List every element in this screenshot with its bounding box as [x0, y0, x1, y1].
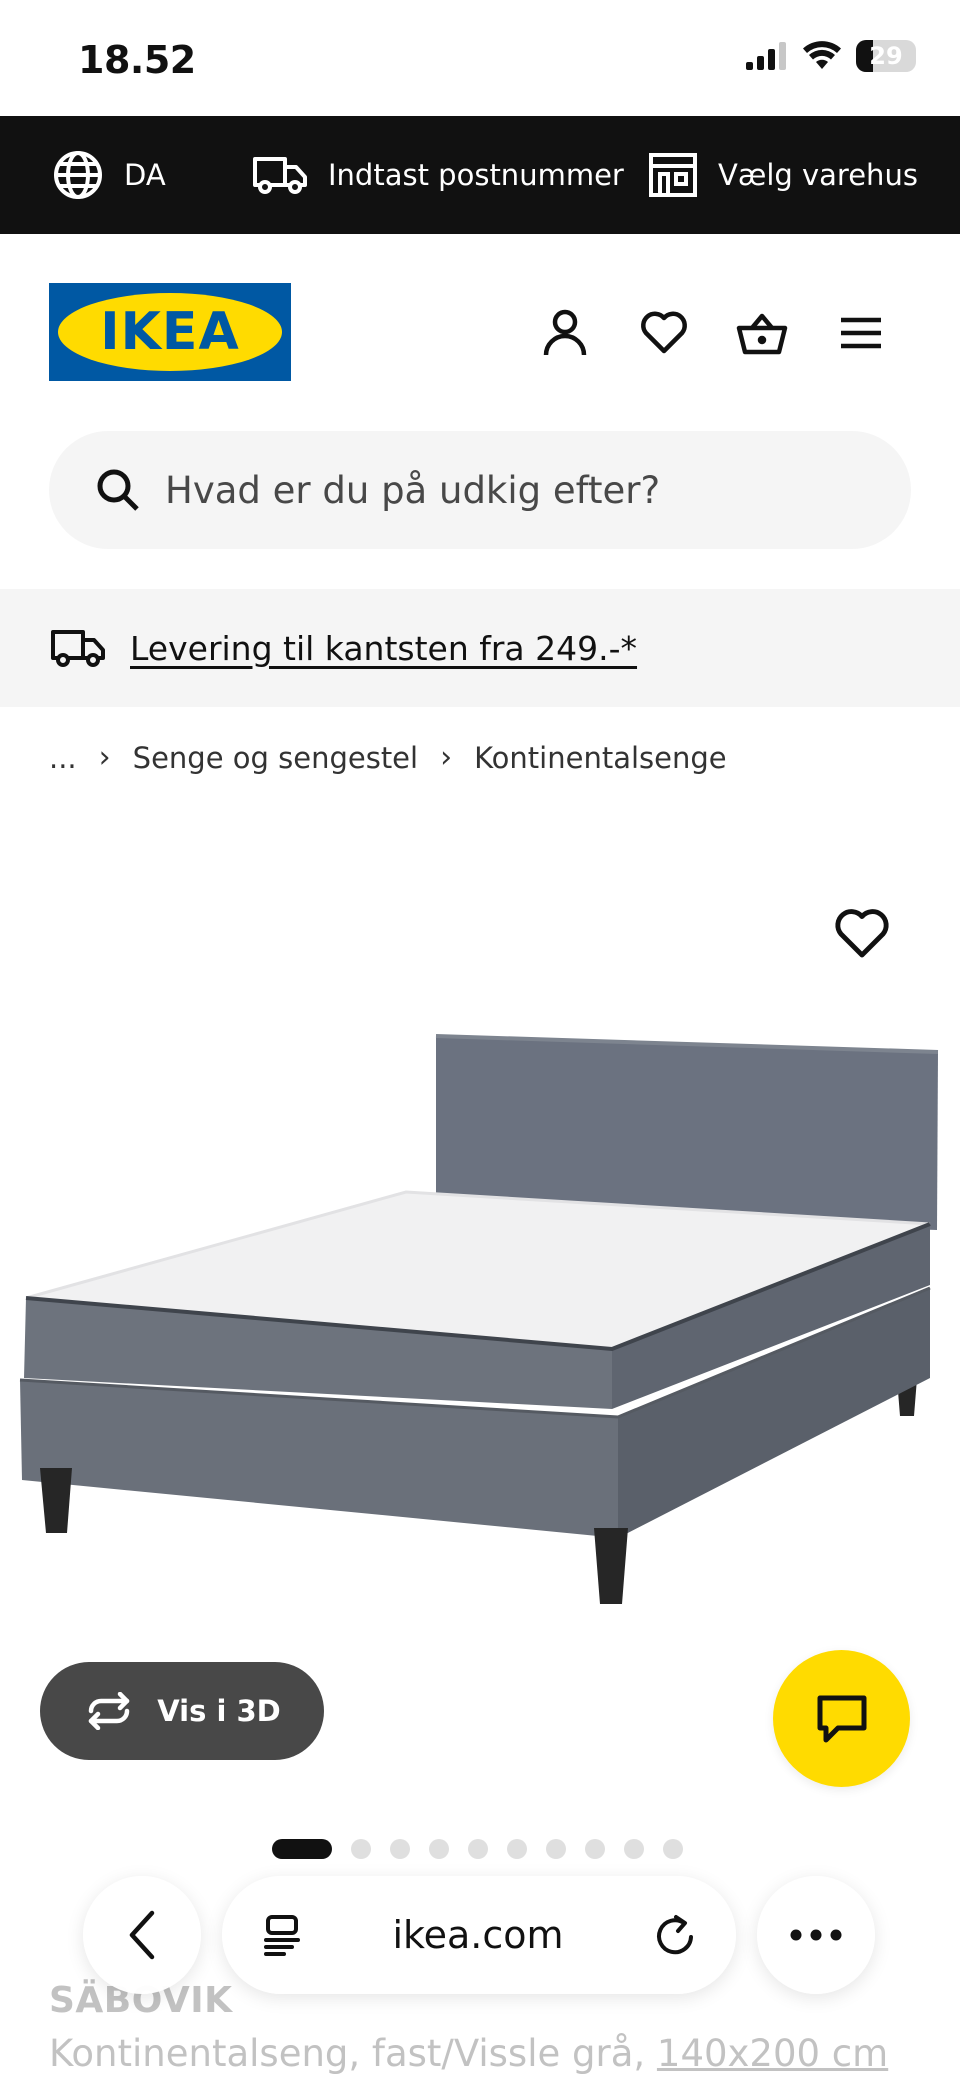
gallery-dot[interactable] — [663, 1839, 683, 1859]
gallery-dot[interactable] — [585, 1839, 605, 1859]
menu-button[interactable] — [835, 307, 887, 359]
delivery-banner: Levering til kantsten fra 249.-* — [0, 589, 960, 707]
gallery-dot[interactable] — [546, 1839, 566, 1859]
browser-back-button[interactable] — [83, 1876, 201, 1994]
gallery-dot[interactable] — [429, 1839, 449, 1859]
breadcrumb-item-senge-og-sengestel[interactable]: Senge og sengestel — [133, 741, 418, 775]
status-icons: 29 — [746, 40, 916, 72]
reader-icon — [264, 1915, 300, 1956]
gallery-dot[interactable] — [624, 1839, 644, 1859]
heart-icon — [835, 909, 889, 958]
search-input[interactable] — [165, 468, 865, 512]
view-in-3d-label: Vis i 3D — [157, 1694, 281, 1728]
hamburger-menu-icon — [841, 317, 881, 349]
delivery-link[interactable]: Levering til kantsten fra 249.-* — [130, 629, 637, 668]
favourites-button[interactable] — [638, 307, 690, 359]
basket-button[interactable] — [736, 307, 788, 359]
chat-button[interactable] — [773, 1650, 910, 1787]
site-header: IKEA — [0, 234, 960, 424]
language-selector[interactable]: DA — [52, 116, 166, 234]
chat-icon — [817, 1695, 866, 1742]
profile-button[interactable] — [539, 307, 591, 359]
truck-icon — [51, 630, 105, 667]
browser-address-bar[interactable]: ikea.com — [222, 1876, 736, 1994]
gallery-dot[interactable] — [507, 1839, 527, 1859]
breadcrumb-separator: › — [440, 740, 453, 775]
profile-icon — [543, 309, 587, 356]
postcode-label: Indtast postnummer — [328, 158, 624, 192]
logo-oval: IKEA — [58, 293, 282, 371]
heart-icon — [641, 311, 687, 354]
breadcrumb: ... › Senge og sengestel › Kontinentalse… — [49, 740, 727, 775]
signal-icon — [746, 42, 786, 70]
breadcrumb-item-kontinentalsenge[interactable]: Kontinentalsenge — [474, 741, 727, 775]
battery-indicator: 29 — [856, 40, 916, 72]
globe-icon — [54, 151, 102, 199]
store-label: Vælg varehus — [718, 158, 918, 192]
search-icon — [97, 469, 139, 511]
top-utility-bar: DA Indtast postnummer Vælg varehus — [0, 116, 960, 234]
browser-more-button[interactable] — [757, 1876, 875, 1994]
basket-icon — [736, 313, 788, 355]
status-time: 18.52 — [78, 38, 196, 82]
reload-icon — [657, 1915, 693, 1955]
add-to-favourites-button[interactable] — [834, 908, 890, 964]
product-description: Kontinentalseng, fast/Vissle grå, 140x20… — [49, 2032, 888, 2075]
gallery-dot[interactable] — [390, 1839, 410, 1859]
status-bar: 18.52 29 — [0, 0, 960, 116]
wifi-icon — [803, 41, 841, 69]
chevron-left-icon — [129, 1910, 155, 1960]
product-size-link[interactable]: 140x200 cm — [657, 2032, 888, 2075]
product-description-text: Kontinentalseng, fast/Vissle grå, — [49, 2032, 657, 2075]
postcode-button[interactable]: Indtast postnummer — [252, 116, 624, 234]
breadcrumb-ellipsis[interactable]: ... — [49, 741, 77, 775]
language-label: DA — [124, 158, 166, 192]
logo-text: IKEA — [100, 302, 240, 362]
ikea-logo[interactable]: IKEA — [49, 283, 291, 381]
gallery-dot[interactable] — [468, 1839, 488, 1859]
battery-level: 29 — [869, 42, 903, 70]
search-bar[interactable] — [49, 431, 911, 549]
gallery-pagination — [272, 1838, 683, 1860]
gallery-dot[interactable] — [351, 1839, 371, 1859]
store-icon — [649, 153, 697, 197]
store-selector[interactable]: Vælg varehus — [648, 116, 918, 234]
breadcrumb-separator: › — [98, 740, 111, 775]
more-icon — [790, 1929, 842, 1941]
rotate-3d-icon — [88, 1692, 130, 1730]
gallery-dot-active[interactable] — [272, 1839, 332, 1859]
browser-url[interactable]: ikea.com — [392, 1913, 563, 1957]
truck-icon — [253, 157, 307, 194]
view-in-3d-button[interactable]: Vis i 3D — [40, 1662, 324, 1760]
